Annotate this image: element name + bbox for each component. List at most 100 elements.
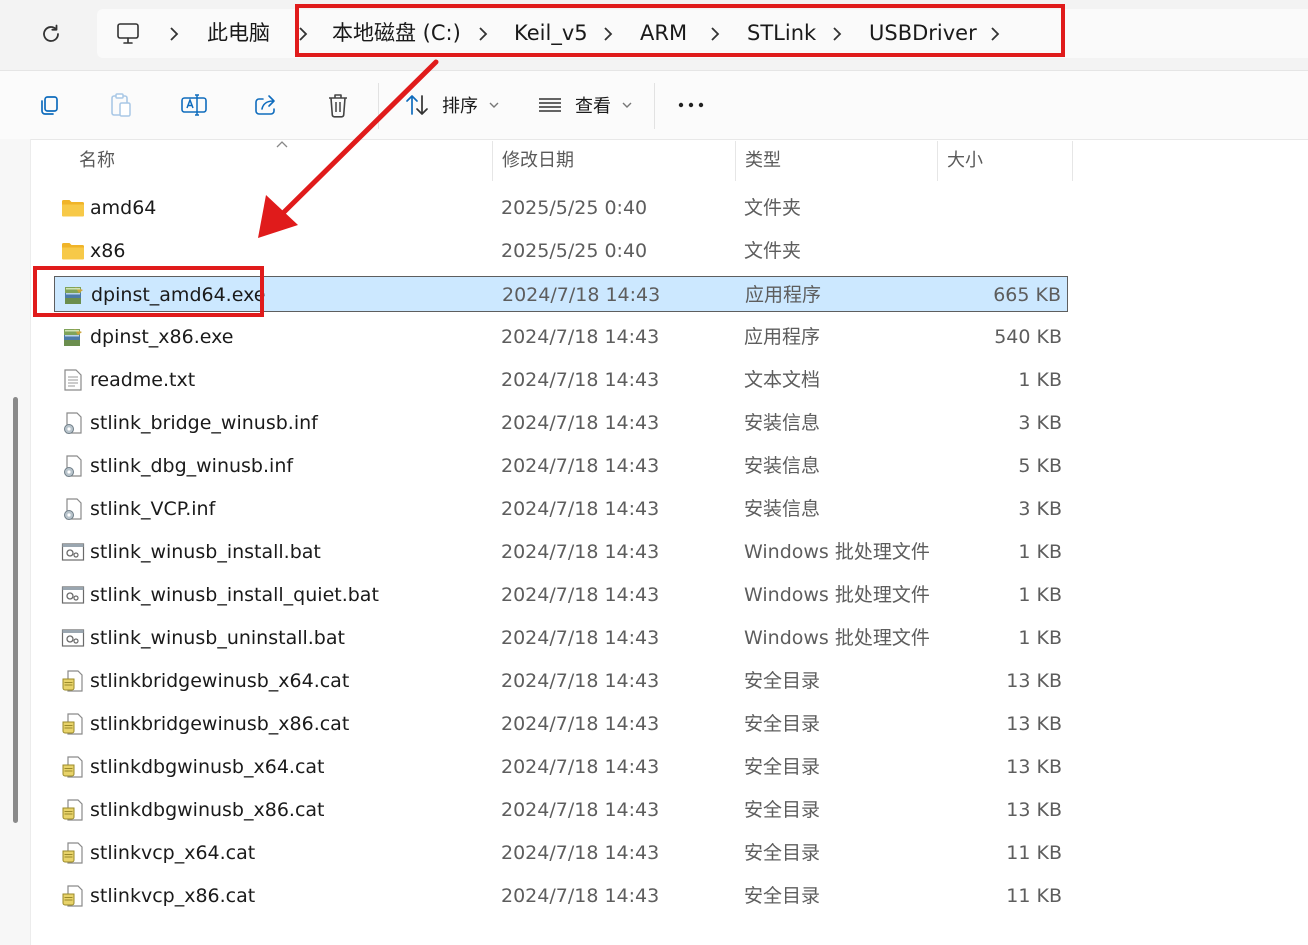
file-size: 3 KB: [1018, 412, 1062, 434]
list-view-icon: [539, 98, 561, 112]
file-row[interactable]: stlink_winusb_install_quiet.bat 2024/7/18…: [54, 577, 1068, 613]
column-date[interactable]: 修改日期: [502, 139, 574, 183]
toolbar-divider: [654, 83, 655, 129]
paste-button[interactable]: [108, 85, 134, 125]
view-label: 查看: [575, 96, 611, 117]
file-row[interactable]: readme.txt 2024/7/18 14:43 文本文档 1 KB: [54, 362, 1068, 398]
file-type: 安全目录: [744, 799, 821, 821]
file-type: 安全目录: [744, 713, 821, 735]
file-date: 2024/7/18 14:43: [501, 455, 660, 477]
file-type: 安全目录: [744, 842, 821, 864]
breadcrumb-this-pc[interactable]: 此电脑: [207, 9, 270, 58]
annotation-box-path: [295, 4, 1065, 57]
more-options-button[interactable]: [677, 85, 705, 125]
file-row[interactable]: stlinkvcp_x86.cat 2024/7/18 14:43 安全目录 11 K…: [54, 878, 1068, 914]
file-type: 安全目录: [744, 756, 821, 778]
file-date: 2024/7/18 14:43: [501, 799, 660, 821]
file-type: 安装信息: [744, 412, 821, 434]
file-name: stlinkdbgwinusb_x86.cat: [90, 799, 325, 821]
file-row[interactable]: stlinkbridgewinusb_x86.cat 2024/7/18 14:4…: [54, 706, 1068, 742]
file-row[interactable]: stlink_VCP.inf 2024/7/18 14:43 安装信息 3 KB: [54, 491, 1068, 527]
file-name: stlink_bridge_winusb.inf: [90, 412, 318, 434]
file-type: 安装信息: [744, 455, 821, 477]
file-date: 2024/7/18 14:43: [501, 498, 660, 520]
security-catalog-icon: [61, 884, 85, 908]
sort-label: 排序: [442, 96, 478, 117]
view-button[interactable]: 查看: [537, 85, 633, 125]
folder-icon: [61, 196, 85, 220]
file-date: 2024/7/18 14:43: [501, 369, 660, 391]
setup-info-icon: [61, 454, 85, 478]
refresh-icon: [43, 24, 59, 42]
file-size: 1 KB: [1018, 584, 1062, 606]
column-divider[interactable]: [492, 141, 493, 181]
chevron-down-icon: [489, 102, 499, 108]
file-date: 2024/7/18 14:43: [501, 584, 660, 606]
file-row[interactable]: stlink_dbg_winusb.inf 2024/7/18 14:43 安装信息…: [54, 448, 1068, 484]
file-row[interactable]: stlinkdbgwinusb_x64.cat 2024/7/18 14:43 安全…: [54, 749, 1068, 785]
column-type[interactable]: 类型: [745, 139, 781, 183]
file-row[interactable]: stlink_winusb_install.bat 2024/7/18 14:43…: [54, 534, 1068, 570]
file-name: stlink_winusb_uninstall.bat: [90, 627, 345, 649]
file-type: 文件夹: [744, 240, 802, 262]
refresh-button[interactable]: [36, 20, 66, 48]
file-type: 安全目录: [744, 885, 821, 907]
file-row[interactable]: stlink_winusb_uninstall.bat 2024/7/18 14:…: [54, 620, 1068, 656]
file-size: 665 KB: [993, 284, 1061, 306]
file-name: dpinst_x86.exe: [90, 326, 234, 348]
copy-button[interactable]: [36, 85, 62, 125]
chevron-down-icon: [622, 102, 632, 108]
file-row[interactable]: stlinkbridgewinusb_x64.cat 2024/7/18 14:4…: [54, 663, 1068, 699]
file-row[interactable]: stlink_bridge_winusb.inf 2024/7/18 14:43 安…: [54, 405, 1068, 441]
file-size: 1 KB: [1018, 369, 1062, 391]
column-name[interactable]: 名称: [79, 139, 115, 183]
file-date: 2024/7/18 14:43: [501, 842, 660, 864]
file-type: Windows 批处理文件: [744, 584, 930, 606]
file-row[interactable]: stlinkvcp_x64.cat 2024/7/18 14:43 安全目录 11 K…: [54, 835, 1068, 871]
file-type: 文本文档: [744, 369, 821, 391]
file-name: stlink_VCP.inf: [90, 498, 216, 520]
file-row[interactable]: x86 2025/5/25 0:40 文件夹: [54, 233, 1068, 269]
file-type: 文件夹: [744, 197, 802, 219]
security-catalog-icon: [61, 798, 85, 822]
security-catalog-icon: [61, 841, 85, 865]
file-name: stlinkbridgewinusb_x86.cat: [90, 713, 350, 735]
file-date: 2024/7/18 14:43: [501, 627, 660, 649]
file-date: 2024/7/18 14:43: [501, 412, 660, 434]
computer-icon: [117, 23, 139, 44]
navigation-scrollbar[interactable]: [13, 397, 18, 823]
file-size: 13 KB: [1006, 799, 1062, 821]
file-name: stlinkdbgwinusb_x64.cat: [90, 756, 325, 778]
file-size: 11 KB: [1006, 842, 1062, 864]
file-date: 2025/5/25 0:40: [501, 240, 648, 262]
column-divider[interactable]: [937, 141, 938, 181]
file-name: stlinkvcp_x64.cat: [90, 842, 256, 864]
rename-icon: [181, 94, 207, 116]
more-icon: [678, 102, 704, 108]
file-date: 2024/7/18 14:43: [501, 756, 660, 778]
file-row[interactable]: dpinst_x86.exe 2024/7/18 14:43 应用程序 540 KB: [54, 319, 1068, 355]
file-date: 2024/7/18 14:43: [501, 326, 660, 348]
file-size: 1 KB: [1018, 627, 1062, 649]
file-row[interactable]: stlinkdbgwinusb_x86.cat 2024/7/18 14:43 安全…: [54, 792, 1068, 828]
delete-button[interactable]: [325, 85, 351, 125]
annotation-box-selected-file: [33, 266, 264, 317]
column-divider[interactable]: [735, 141, 736, 181]
command-bar: 排序 查看: [0, 70, 1308, 140]
rename-button[interactable]: [180, 85, 208, 125]
share-button[interactable]: [252, 85, 280, 125]
file-row[interactable]: amd64 2025/5/25 0:40 文件夹: [54, 190, 1068, 226]
column-size[interactable]: 大小: [947, 139, 983, 183]
security-catalog-icon: [61, 755, 85, 779]
file-name: stlinkbridgewinusb_x64.cat: [90, 670, 350, 692]
file-date: 2024/7/18 14:43: [501, 713, 660, 735]
share-icon: [255, 95, 275, 115]
sort-button[interactable]: 排序: [404, 85, 500, 125]
column-divider[interactable]: [1072, 141, 1073, 181]
paste-icon: [111, 93, 131, 117]
navigation-pane-edge: [0, 139, 31, 945]
sort-ascending-icon: [276, 141, 288, 148]
file-size: 3 KB: [1018, 498, 1062, 520]
file-size: 1 KB: [1018, 541, 1062, 563]
column-header: 名称 修改日期 类型 大小: [30, 139, 1308, 183]
